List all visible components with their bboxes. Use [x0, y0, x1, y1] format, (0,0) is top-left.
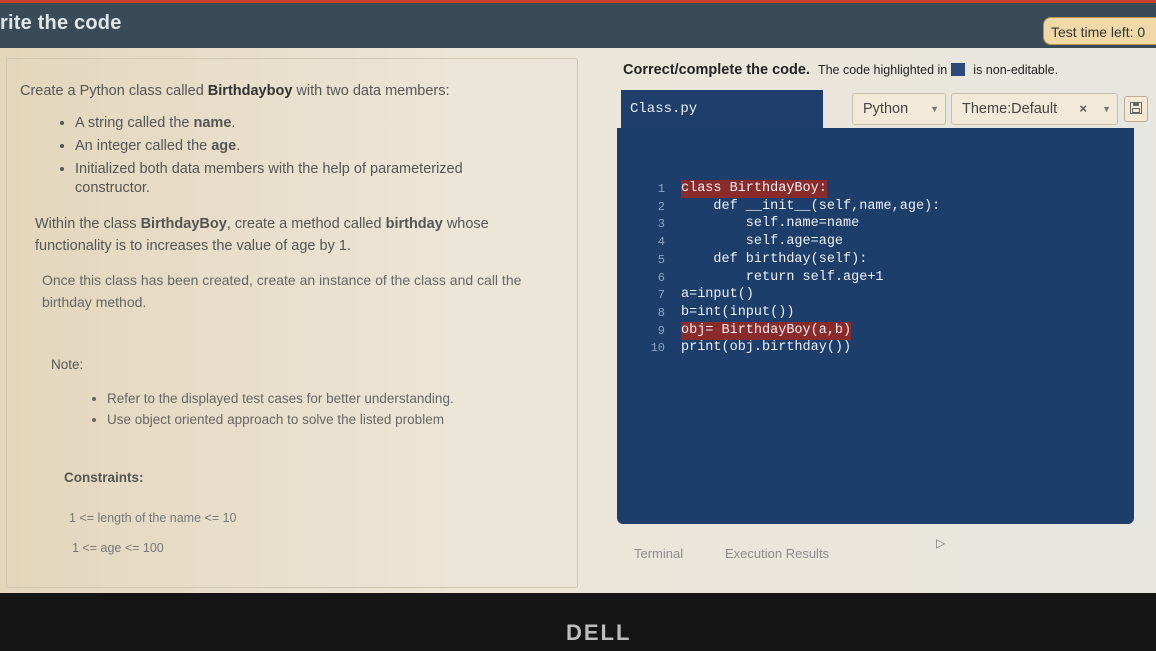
code-line[interactable]: 8 b=int(input()) — [617, 304, 1134, 322]
line-number: 4 — [657, 235, 665, 250]
code-line[interactable]: 5 def birthday(self): — [617, 251, 1134, 269]
code-line[interactable]: 3 self.name=name — [617, 215, 1134, 233]
list-item: An integer called the age. — [75, 137, 535, 156]
constraint-age: 1 <= age <= 100 — [72, 541, 164, 555]
code-text[interactable]: def __init__(self,name,age): — [681, 198, 940, 216]
non-editable-swatch — [951, 63, 966, 76]
line-number: 7 — [657, 288, 665, 303]
tab-execution-results[interactable]: Execution Results — [725, 546, 829, 561]
code-line[interactable]: 7 a=input() — [617, 286, 1134, 304]
test-timer: Test time left: 0 — [1043, 17, 1156, 45]
list-item: A string called the name. — [75, 114, 535, 133]
code-line[interactable]: 6 return self.age+1 — [617, 269, 1134, 287]
note-list: Refer to the displayed test cases for be… — [93, 388, 527, 430]
code-text[interactable]: self.age=age — [681, 233, 843, 251]
code-line[interactable]: 10 print(obj.birthday()) — [617, 339, 1134, 357]
tab-terminal[interactable]: Terminal — [634, 546, 683, 561]
code-text[interactable]: return self.age+1 — [681, 269, 884, 287]
line-number: 1 — [657, 182, 665, 196]
brand-logo: DELL — [566, 620, 632, 645]
top-bar: rite the code Test time left: 0 — [0, 0, 1156, 48]
file-tab[interactable]: Class.py — [621, 90, 823, 128]
theme-select[interactable]: Theme:Default × ▼ — [951, 93, 1118, 125]
code-line[interactable]: 4 self.age=age — [617, 233, 1134, 251]
code-line[interactable]: 2 def __init__(self,name,age): — [617, 198, 1134, 216]
page-title: rite the code — [0, 12, 122, 34]
code-text[interactable]: b=int(input()) — [681, 304, 794, 322]
line-number: 2 — [657, 199, 665, 214]
code-line[interactable]: 9 obj= BirthdayBoy(a,b) — [617, 321, 1134, 340]
note-label: Note: — [51, 357, 84, 372]
line-number: 6 — [657, 270, 665, 285]
constraints-label: Constraints: — [64, 470, 144, 485]
chevron-down-icon: ▼ — [930, 104, 939, 114]
data-member-list: A string called the name. An integer cal… — [61, 114, 535, 202]
line-number: 3 — [657, 217, 665, 232]
theme-value: Theme:Default — [962, 101, 1058, 117]
code-editor[interactable]: 1 class BirthdayBoy: 2 def __init__(self,n… — [617, 128, 1134, 524]
list-item: Initialized both data members with the h… — [75, 160, 535, 198]
screen-area: Create a Python class called Birthdayboy… — [0, 48, 1156, 593]
locked-code: obj= BirthdayBoy(a,b) — [681, 321, 852, 340]
instance-description: Once this class has been created, create… — [42, 272, 522, 310]
list-item: Refer to the displayed test cases for be… — [107, 388, 527, 409]
language-value: Python — [863, 101, 909, 117]
close-icon[interactable]: × — [1079, 94, 1087, 124]
problem-intro: Create a Python class called Birthdayboy… — [20, 83, 450, 99]
code-line[interactable]: 1 class BirthdayBoy: — [617, 180, 1134, 198]
locked-code: class BirthdayBoy: — [681, 180, 827, 198]
problem-statement-panel: Create a Python class called Birthdayboy… — [6, 58, 578, 588]
save-button[interactable] — [1124, 96, 1148, 122]
code-text[interactable]: def birthday(self): — [681, 251, 867, 269]
editor-instruction: Correct/complete the code. The code high… — [623, 62, 1059, 78]
line-number: 9 — [657, 323, 665, 338]
line-number: 10 — [650, 341, 665, 356]
save-icon — [1130, 102, 1142, 114]
language-select[interactable]: Python ▼ — [852, 93, 946, 125]
code-text[interactable]: print(obj.birthday()) — [681, 339, 851, 357]
cursor-icon: ▷ — [936, 536, 946, 550]
line-number: 5 — [657, 252, 665, 267]
chevron-down-icon: ▼ — [1102, 104, 1111, 114]
method-description: Within the class BirthdayBoy, create a m… — [35, 216, 489, 254]
code-text[interactable]: a=input() — [681, 286, 754, 304]
line-number: 8 — [657, 305, 665, 320]
code-text[interactable]: self.name=name — [681, 215, 859, 233]
constraint-name-length: 1 <= length of the name <= 10 — [69, 511, 237, 525]
list-item: Use object oriented approach to solve th… — [107, 409, 527, 430]
